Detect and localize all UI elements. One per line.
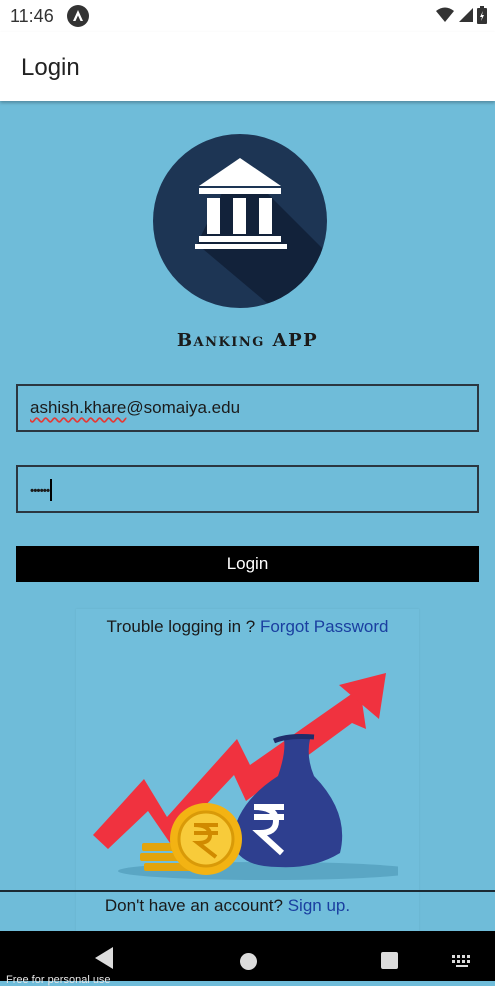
app-bar: Login (0, 32, 495, 101)
password-field[interactable]: •••••• (16, 465, 479, 513)
recents-icon[interactable] (381, 952, 398, 969)
battery-icon (477, 6, 487, 24)
password-value: •••••• (30, 479, 53, 501)
email-value: ashish.khare@somaiya.edu (30, 398, 241, 417)
watermark-text: Free for personal use (6, 974, 111, 986)
cellular-signal-icon (459, 8, 473, 22)
app-notification-icon (67, 5, 89, 27)
login-button[interactable]: Login (16, 546, 479, 582)
divider (0, 890, 495, 892)
home-icon[interactable] (240, 953, 257, 970)
email-field[interactable]: ashish.khare@somaiya.edu (16, 384, 479, 432)
bank-logo (153, 134, 327, 308)
status-icons (436, 6, 487, 24)
status-time: 11:46 (10, 6, 54, 26)
money-growth-illustration (93, 673, 398, 880)
text-cursor (50, 479, 53, 501)
wifi-icon (436, 7, 454, 22)
signup-text: Don't have an account? Sign up. (104, 896, 351, 915)
back-icon[interactable] (95, 947, 113, 969)
sign-up-link[interactable]: Sign up. (288, 896, 350, 915)
status-bar: 11:46 (0, 0, 495, 32)
page-title: Login (21, 54, 80, 81)
login-screen: Banking APP ashish.khare@somaiya.edu •••… (0, 101, 495, 931)
keyboard-icon[interactable] (452, 955, 472, 967)
bank-building-icon (195, 158, 327, 308)
brand-name: Banking APP (176, 330, 319, 351)
forgot-password-link[interactable]: Forgot Password (260, 617, 389, 636)
trouble-text: Trouble logging in ? Forgot Password (106, 617, 389, 636)
help-card: Trouble logging in ? Forgot Password (76, 609, 419, 931)
navigation-bar: Free for personal use (0, 931, 495, 986)
